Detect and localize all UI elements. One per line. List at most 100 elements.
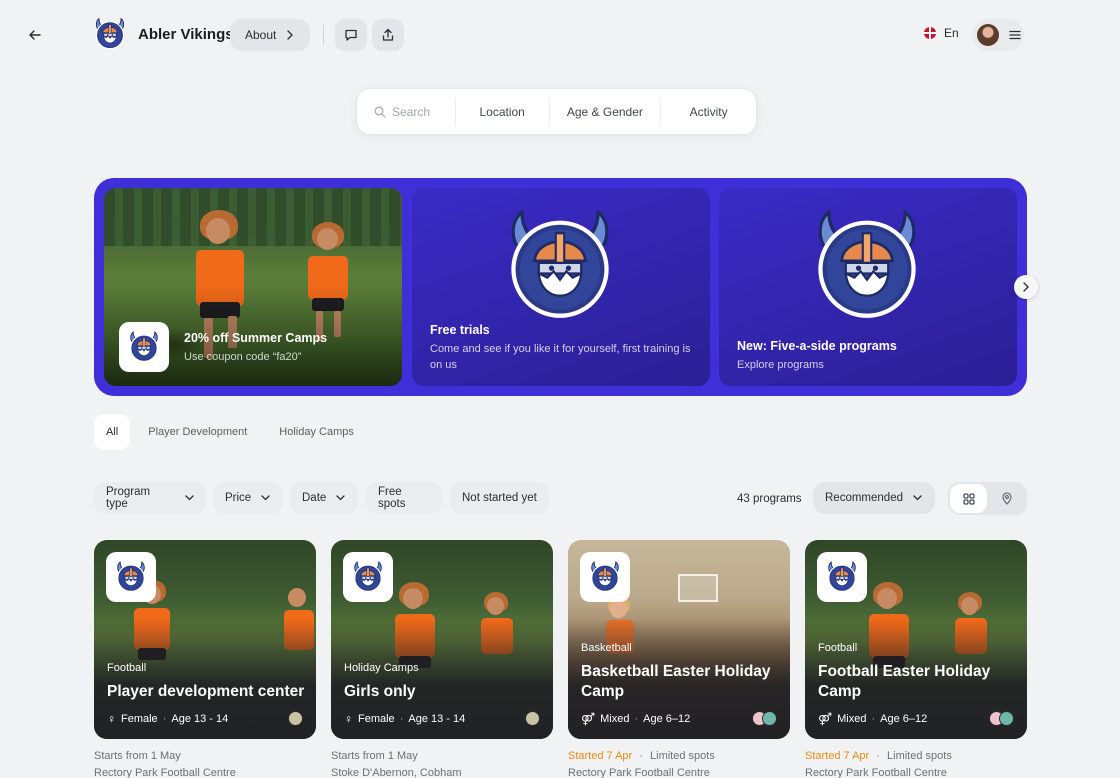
tab-holiday-camps[interactable]: Holiday Camps <box>265 414 368 450</box>
program-gender: Female <box>358 713 395 725</box>
program-meta: ♀ Female · Age 13 - 14 <box>344 712 466 726</box>
chevron-down-icon <box>185 495 194 501</box>
price-filter[interactable]: Price <box>213 482 283 514</box>
program-location: Rectory Park Football Centre <box>94 767 236 778</box>
program-meta: ⚤ Mixed · Age 6–12 <box>818 712 928 726</box>
top-bar: Abler Vikings About En <box>0 0 1120 70</box>
program-location: Stoke D'Abernon, Cobham <box>331 767 462 778</box>
search-bar: Search Location Age & Gender Activity <box>356 88 757 135</box>
attendee-avatars <box>752 711 777 726</box>
filter-label: Date <box>302 492 327 504</box>
promo-subtitle: Come and see if you like it for yourself… <box>430 343 691 371</box>
program-age: Age 6–12 <box>880 713 928 725</box>
program-location: Rectory Park Football Centre <box>805 767 947 778</box>
club-logo <box>814 210 920 320</box>
map-pin-icon <box>1001 492 1012 505</box>
about-button[interactable]: About <box>230 19 310 51</box>
program-start: Starts from 1 May <box>331 750 418 762</box>
share-button[interactable] <box>372 19 404 51</box>
program-category: Basketball <box>581 642 632 654</box>
location-filter[interactable]: Location <box>456 89 549 134</box>
avatar <box>288 711 303 726</box>
promo-card-free-trials[interactable]: Free trials Come and see if you like it … <box>412 188 710 386</box>
activity-filter[interactable]: Activity <box>661 89 756 134</box>
promo-card-summer-camps[interactable]: 20% off Summer Camps Use coupon code “fa… <box>104 188 402 386</box>
message-button[interactable] <box>335 19 367 51</box>
program-gender: Female <box>121 713 158 725</box>
program-logo <box>343 552 393 602</box>
program-spots: Limited spots <box>650 750 715 762</box>
program-card[interactable]: Basketball Basketball Easter Holiday Cam… <box>568 540 790 739</box>
program-logo <box>580 552 630 602</box>
tab-all[interactable]: All <box>94 414 131 450</box>
map-view-button[interactable] <box>988 484 1025 513</box>
back-button[interactable] <box>22 22 48 48</box>
arrow-left-icon <box>29 30 41 40</box>
search-placeholder: Search <box>392 104 431 119</box>
gender-mixed-icon: ⚤ <box>581 712 596 726</box>
program-start: Started 7 Apr <box>805 750 870 762</box>
sort-label: Recommended <box>825 492 903 504</box>
language-selector[interactable]: En <box>924 26 959 40</box>
free-spots-filter[interactable]: Free spots <box>366 482 442 514</box>
attendee-avatars <box>525 711 540 726</box>
attendee-avatars <box>989 711 1014 726</box>
promo-title: Free trials <box>430 323 490 337</box>
share-icon <box>382 28 394 41</box>
promo-subtitle: Use coupon code “fa20” <box>184 351 302 363</box>
category-tabs: All Player Development Holiday Camps <box>94 414 372 450</box>
promo-logo <box>119 322 169 372</box>
club-logo <box>507 210 613 320</box>
program-age: Age 13 - 14 <box>408 713 466 725</box>
chevron-down-icon <box>261 495 270 501</box>
avatar <box>525 711 540 726</box>
program-title: Player development center <box>107 683 305 700</box>
club-logo <box>129 331 159 363</box>
program-age: Age 6–12 <box>643 713 691 725</box>
program-logo <box>106 552 156 602</box>
attendee-avatars <box>288 711 303 726</box>
avatar <box>977 24 999 46</box>
uk-flag-icon <box>924 27 936 39</box>
program-card[interactable]: Football Player development center ♀ Fem… <box>94 540 316 739</box>
sort-dropdown[interactable]: Recommended <box>813 482 935 514</box>
avatar <box>999 711 1014 726</box>
grid-icon <box>962 492 975 505</box>
program-gender: Mixed <box>600 713 630 725</box>
promo-carousel: 20% off Summer Camps Use coupon code “fa… <box>94 178 1027 396</box>
search-input[interactable]: Search <box>357 89 455 134</box>
search-icon <box>374 106 386 118</box>
program-meta: ♀ Female · Age 13 - 14 <box>107 712 229 726</box>
program-age: Age 13 - 14 <box>171 713 229 725</box>
promo-title: New: Five-a-side programs <box>737 339 897 353</box>
club-logo[interactable] <box>94 18 126 50</box>
grid-view-button[interactable] <box>950 484 987 513</box>
program-status: Started 7 Apr · Limited spots <box>568 750 715 762</box>
club-name[interactable]: Abler Vikings <box>138 26 234 43</box>
profile-menu-button[interactable] <box>972 19 1024 51</box>
program-type-filter[interactable]: Program type <box>94 482 206 514</box>
gender-mixed-icon: ⚤ <box>818 712 833 726</box>
program-category: Holiday Camps <box>344 662 419 674</box>
chevron-right-icon <box>287 30 294 40</box>
chevron-down-icon <box>913 495 922 501</box>
filter-label: Free spots <box>378 486 406 510</box>
not-started-filter[interactable]: Not started yet <box>450 482 549 514</box>
promo-card-five-a-side[interactable]: New: Five-a-side programs Explore progra… <box>719 188 1017 386</box>
female-icon: ♀ <box>107 712 116 726</box>
avatar <box>762 711 777 726</box>
divider <box>323 25 324 45</box>
program-card[interactable]: Football Football Easter Holiday Camp ⚤ … <box>805 540 1027 739</box>
program-spots: Limited spots <box>887 750 952 762</box>
tab-player-development[interactable]: Player Development <box>134 414 261 450</box>
date-filter[interactable]: Date <box>290 482 358 514</box>
filter-label: Not started yet <box>462 492 537 504</box>
carousel-next-button[interactable] <box>1014 275 1038 299</box>
program-card[interactable]: Holiday Camps Girls only ♀ Female · Age … <box>331 540 553 739</box>
program-start: Starts from 1 May <box>94 750 181 762</box>
age-gender-filter[interactable]: Age & Gender <box>550 89 661 134</box>
program-title: Basketball Easter Holiday Camp <box>581 663 771 700</box>
filter-label: Program type <box>106 486 151 510</box>
view-toggle <box>948 482 1027 515</box>
filter-label: Price <box>225 492 252 504</box>
